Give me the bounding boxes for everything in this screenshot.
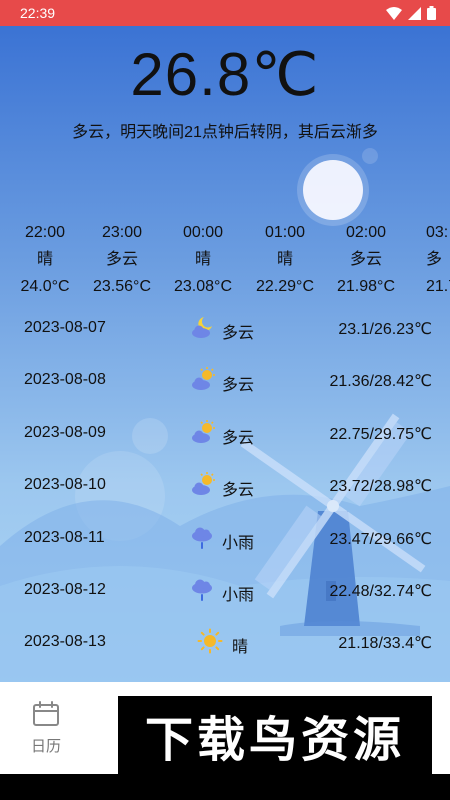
- day-weather: 晴: [232, 639, 249, 657]
- status-icons: [386, 6, 436, 20]
- current-temperature: 26.8℃: [130, 41, 320, 108]
- day-weather: 小雨: [222, 534, 255, 552]
- hour-temp: 21.98°C: [337, 278, 395, 295]
- day-date: 2023-08-10: [24, 476, 106, 494]
- day-temp-range: 23.72/28.98℃: [329, 478, 433, 496]
- day-weather: 多云: [222, 429, 255, 447]
- day-temp-range: 21.18/33.4℃: [338, 635, 432, 653]
- hour-temp: 24.0°C: [20, 278, 70, 295]
- day-temp-range: 22.48/32.74℃: [329, 582, 433, 600]
- calendar-icon: [33, 700, 59, 726]
- hour-temp: 23.08°C: [174, 278, 232, 295]
- day-temp-range: 23.47/29.66℃: [329, 530, 433, 548]
- day-temp-range: 22.75/29.75℃: [329, 425, 433, 443]
- hour-temp: 22.29°C: [256, 278, 314, 295]
- daily-row[interactable]: 2023-08-09 多云 22.75/29.75℃: [0, 409, 450, 461]
- hour-time: 22:00: [24, 224, 66, 241]
- cloud-sun-icon: [192, 419, 215, 443]
- hour-weather: 晴: [36, 251, 53, 268]
- watermark-banner: 下载鸟资源: [118, 696, 432, 774]
- signal-icon: [408, 6, 421, 20]
- daily-row[interactable]: 2023-08-12 小雨 22.48/32.74℃: [0, 566, 450, 618]
- weather-description: 多云，明天晚间21点钟后转阴，其后云渐多: [72, 124, 378, 141]
- sun-icon: [197, 628, 223, 654]
- hour-time: 01:00: [264, 224, 306, 241]
- hour-item: 23:00 多云 23.56°C: [81, 222, 163, 302]
- daily-row[interactable]: 2023-08-11 小雨 23.47/29.66℃: [0, 514, 450, 566]
- hour-item: 02:00 多云 21.98°C: [325, 222, 407, 302]
- system-navigation-bar: [0, 774, 450, 800]
- day-date: 2023-08-12: [24, 580, 106, 598]
- hour-temp: 23.56°C: [93, 278, 151, 295]
- cloud-moon-icon: [192, 317, 212, 338]
- day-weather: 多云: [222, 377, 255, 395]
- hour-time: 23:00: [101, 224, 143, 241]
- hour-item: 00:00 晴 23.08°C: [162, 222, 244, 302]
- day-date: 2023-08-08: [24, 371, 106, 389]
- hour-temp: 21.7: [426, 278, 450, 295]
- hour-time: 03:: [426, 224, 449, 241]
- hour-time: 02:00: [345, 224, 387, 241]
- weather-main: 26.8℃ 多云，明天晚间21点钟后转阴，其后云渐多 22:00 晴 24.0°…: [0, 26, 450, 682]
- day-weather: 多云: [222, 325, 255, 342]
- day-date: 2023-08-09: [24, 423, 106, 441]
- day-weather: 多云: [222, 482, 255, 500]
- hour-item: 22:00 晴 24.0°C: [4, 222, 86, 302]
- day-temp-range: 21.36/28.42℃: [329, 373, 433, 391]
- day-weather: 小雨: [222, 586, 255, 604]
- hour-weather: 晴: [276, 251, 293, 268]
- daily-row[interactable]: 2023-08-13 晴 21.18/33.4℃: [0, 618, 450, 670]
- watermark-text: 下载鸟资源: [144, 712, 405, 768]
- hour-item: 03: 多 21.7: [406, 222, 450, 302]
- rain-cloud-icon: [192, 527, 212, 549]
- battery-icon: [427, 6, 436, 20]
- wifi-icon: [386, 6, 402, 20]
- daily-row[interactable]: 2023-08-08 多云 21.36/28.42℃: [0, 356, 450, 408]
- day-temp-range: 23.1/26.23℃: [338, 321, 432, 338]
- daily-forecast: 2023-08-07 多云 23.1/26.23℃ 2023-08-08 多云: [0, 304, 450, 671]
- status-time: 22:39: [20, 5, 56, 21]
- cloud-sun-icon: [192, 367, 215, 391]
- hour-weather: 晴: [194, 251, 211, 268]
- hour-item: 01:00 晴 22.29°C: [244, 222, 326, 302]
- day-date: 2023-08-11: [24, 528, 105, 546]
- cloud-sun-icon: [192, 472, 215, 496]
- tab-calendar-label: 日历: [30, 737, 61, 755]
- hour-time: 00:00: [182, 224, 224, 241]
- hourly-forecast[interactable]: 22:00 晴 24.0°C 23:00 多云 23.56°C 00:00 晴 …: [0, 222, 450, 302]
- status-bar: 22:39: [0, 0, 450, 26]
- daily-row[interactable]: 2023-08-07 多云 23.1/26.23℃: [0, 304, 450, 356]
- hour-weather: 多云: [105, 251, 138, 268]
- bottom-navigation: 日历 下载鸟资源: [0, 682, 450, 774]
- day-date: 2023-08-07: [24, 319, 106, 336]
- hour-weather: 多云: [349, 251, 382, 268]
- rain-cloud-icon: [192, 579, 212, 601]
- tab-calendar[interactable]: 日历: [0, 682, 92, 774]
- day-date: 2023-08-13: [24, 633, 106, 651]
- hour-weather: 多: [426, 251, 443, 268]
- daily-row[interactable]: 2023-08-10 多云 23.72/28.98℃: [0, 461, 450, 513]
